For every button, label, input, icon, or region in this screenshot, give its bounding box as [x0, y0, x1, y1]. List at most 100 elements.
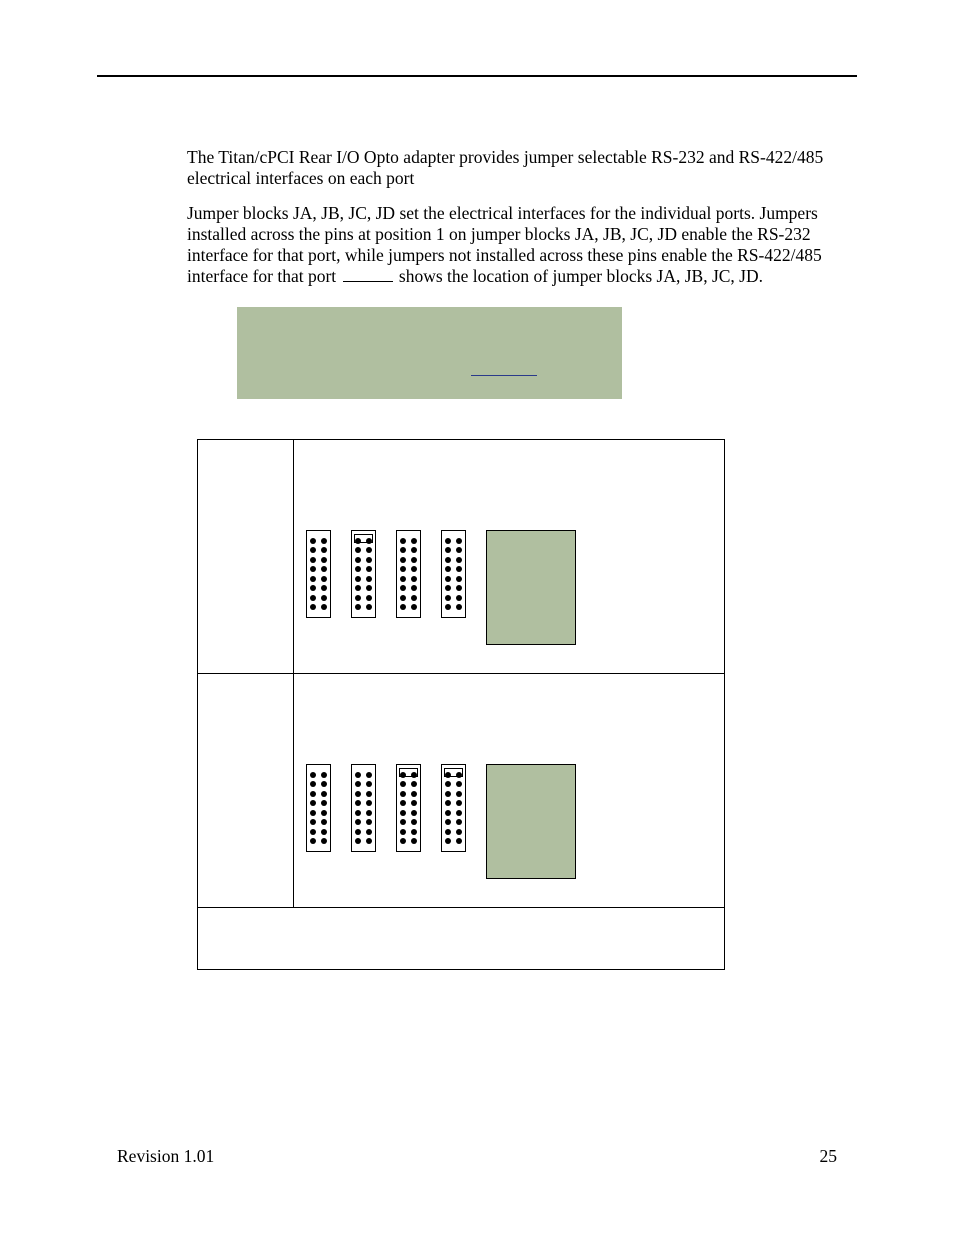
pin-row	[400, 781, 417, 787]
pin-icon	[456, 576, 462, 582]
pin-icon	[445, 576, 451, 582]
pin-row	[310, 772, 327, 778]
pin-icon	[411, 800, 417, 806]
pin-icon	[400, 566, 406, 572]
pin-row	[310, 829, 327, 835]
pin-row	[355, 566, 372, 572]
pin-icon	[366, 566, 372, 572]
pin-icon	[321, 557, 327, 563]
table-row	[198, 674, 725, 908]
pin-icon	[310, 781, 316, 787]
pin-row	[355, 576, 372, 582]
pin-icon	[355, 547, 361, 553]
pin-icon	[310, 819, 316, 825]
pin-icon	[411, 781, 417, 787]
pin-icon	[321, 585, 327, 591]
pin-icon	[445, 585, 451, 591]
pin-icon	[456, 781, 462, 787]
reference-box	[486, 530, 576, 645]
pin-icon	[355, 838, 361, 844]
pin-icon	[321, 781, 327, 787]
pin-row	[355, 772, 372, 778]
pin-icon	[355, 829, 361, 835]
page-footer: Revision 1.01 25	[117, 1146, 837, 1167]
pin-icon	[411, 595, 417, 601]
pin-row	[400, 772, 417, 778]
pin-icon	[456, 604, 462, 610]
pin-row	[355, 819, 372, 825]
pin-icon	[355, 604, 361, 610]
pin-row	[400, 810, 417, 816]
pin-row	[400, 791, 417, 797]
paragraph-jumpers: Jumper blocks JA, JB, JC, JD set the ele…	[187, 203, 857, 287]
pin-row	[310, 547, 327, 553]
pin-row	[445, 557, 462, 563]
pin-icon	[355, 819, 361, 825]
jumper-block-jc	[396, 530, 421, 618]
pin-icon	[310, 800, 316, 806]
pin-icon	[456, 800, 462, 806]
pin-icon	[411, 557, 417, 563]
pin-row	[445, 547, 462, 553]
header-rule	[97, 75, 857, 77]
pin-icon	[366, 838, 372, 844]
row-diagram-cell	[293, 440, 724, 674]
pin-icon	[456, 772, 462, 778]
pin-icon	[456, 547, 462, 553]
pin-icon	[445, 810, 451, 816]
pin-icon	[400, 829, 406, 835]
pin-row	[310, 800, 327, 806]
pin-icon	[366, 576, 372, 582]
pin-icon	[400, 800, 406, 806]
pin-icon	[310, 595, 316, 601]
pin-row	[445, 772, 462, 778]
pin-icon	[355, 595, 361, 601]
pin-row	[355, 585, 372, 591]
pin-row	[310, 566, 327, 572]
jumper-block-jd	[441, 764, 466, 852]
pin-icon	[445, 604, 451, 610]
pin-row	[310, 838, 327, 844]
pin-icon	[321, 566, 327, 572]
pin-row	[310, 557, 327, 563]
pin-row	[400, 595, 417, 601]
pin-icon	[366, 829, 372, 835]
pin-icon	[400, 576, 406, 582]
pin-icon	[400, 838, 406, 844]
pin-row	[355, 810, 372, 816]
table-footnote-row	[198, 908, 725, 970]
pin-row	[400, 604, 417, 610]
pin-row	[355, 595, 372, 601]
pin-icon	[366, 810, 372, 816]
pin-icon	[310, 576, 316, 582]
pin-row	[445, 595, 462, 601]
pin-icon	[445, 538, 451, 544]
pin-icon	[456, 585, 462, 591]
pin-icon	[411, 538, 417, 544]
pin-icon	[321, 772, 327, 778]
pin-icon	[310, 772, 316, 778]
pin-icon	[411, 772, 417, 778]
diagram-container	[294, 440, 724, 673]
pin-row	[445, 566, 462, 572]
pin-row	[355, 604, 372, 610]
pin-row	[445, 538, 462, 544]
pin-icon	[355, 566, 361, 572]
pin-row	[400, 538, 417, 544]
pin-icon	[445, 838, 451, 844]
pin-icon	[411, 791, 417, 797]
pin-icon	[456, 538, 462, 544]
pin-row	[310, 810, 327, 816]
pin-icon	[321, 838, 327, 844]
pin-icon	[366, 547, 372, 553]
pin-icon	[456, 595, 462, 601]
row-label-cell	[198, 440, 294, 674]
pin-icon	[445, 791, 451, 797]
pin-row	[400, 547, 417, 553]
footer-revision: Revision 1.01	[117, 1146, 214, 1167]
pin-icon	[366, 791, 372, 797]
table-row	[198, 440, 725, 674]
pin-icon	[400, 595, 406, 601]
pin-icon	[445, 547, 451, 553]
paragraph-jumpers-part-b: shows the location of jumper blocks JA, …	[399, 266, 763, 286]
